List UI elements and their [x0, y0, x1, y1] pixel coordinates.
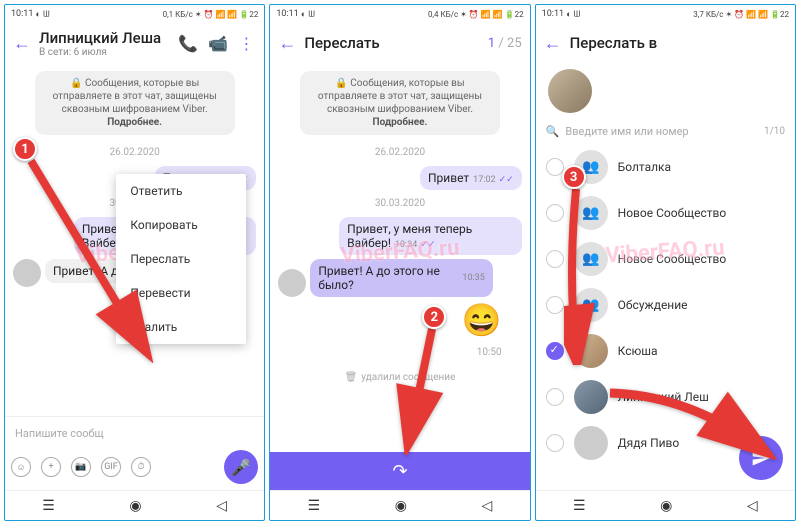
back-button[interactable]: ←	[13, 33, 31, 54]
group-icon: 👥	[574, 242, 608, 276]
plus-icon[interactable]: +	[41, 457, 61, 477]
back-button[interactable]: ←	[544, 33, 562, 54]
mic-button[interactable]: 🎤	[224, 450, 258, 484]
nav-back[interactable]: ◁	[482, 498, 493, 514]
contact-row[interactable]: 👥Новое Сообщество	[536, 190, 795, 236]
message-out[interactable]: Привет, у меня теперь Вайбер!10:34 ✓✓	[339, 217, 521, 255]
contact-row[interactable]: 👥Обсуждение	[536, 282, 795, 328]
message-input[interactable]: Напишите сообщ	[11, 423, 258, 444]
deleted-message: 🗑 удалили сообщение	[278, 366, 521, 389]
radio-checked	[546, 342, 564, 360]
screen-chat: 10:11 ◐ ᗯ 0,1 КБ/с✶ ⏰ 📶 📶 🔋22 ← Липницки…	[4, 4, 265, 521]
contact-row[interactable]: Ксюша	[536, 328, 795, 374]
annotation-badge-1: 1	[13, 137, 37, 161]
nav-home[interactable]: ◉	[395, 498, 407, 514]
group-icon: 👥	[574, 288, 608, 322]
contact-row[interactable]: 👥Новое Сообщество	[536, 236, 795, 282]
menu-forward[interactable]: Переслать	[116, 242, 246, 276]
status-bar: 10:11 ◐ ᗯ 3,7 КБ/с✶ ⏰ 📶 📶 🔋22	[536, 5, 795, 23]
chat-body[interactable]: 🔒 Сообщения, которые вы отправляете в эт…	[270, 63, 529, 452]
date-separator: 30.03.2020	[278, 198, 521, 209]
avatar	[574, 334, 608, 368]
back-button[interactable]: ←	[278, 33, 296, 54]
group-icon: 👥	[574, 196, 608, 230]
menu-copy[interactable]: Копировать	[116, 208, 246, 242]
screen-forward-to: 10:11 ◐ ᗯ 3,7 КБ/с✶ ⏰ 📶 📶 🔋22 ← Переслат…	[535, 4, 796, 521]
screen-title: Переслать в	[570, 34, 787, 52]
date-separator: 26.02.2020	[278, 147, 521, 158]
nav-recent[interactable]: ☰	[573, 498, 586, 514]
status-bar: 10:11 ◐ ᗯ 0,4 КБ/с✶ ⏰ 📶 📶 🔋22	[270, 5, 529, 23]
call-icon[interactable]: 📞	[178, 34, 196, 52]
encryption-notice[interactable]: 🔒 Сообщения, которые вы отправляете в эт…	[300, 71, 500, 135]
send-button[interactable]	[739, 436, 783, 480]
menu-delete[interactable]: Удалить	[116, 310, 246, 344]
nav-home[interactable]: ◉	[660, 498, 672, 514]
contact-row[interactable]: Липницкий Леш	[536, 374, 795, 420]
selected-avatar[interactable]	[548, 69, 592, 113]
avatar[interactable]	[13, 259, 41, 287]
more-icon[interactable]: ⋮	[238, 34, 256, 52]
menu-translate[interactable]: Перевести	[116, 276, 246, 310]
emoji-icon[interactable]: ☺	[11, 457, 31, 477]
avatar	[574, 426, 608, 460]
camera-icon[interactable]: 📷	[71, 457, 91, 477]
status-bar: 10:11 ◐ ᗯ 0,1 КБ/с✶ ⏰ 📶 📶 🔋22	[5, 5, 264, 23]
video-icon[interactable]: 📹	[208, 34, 226, 52]
message-out[interactable]: Привет17:02 ✓✓	[420, 166, 522, 190]
last-seen: В сети: 6 июля	[39, 47, 170, 58]
nav-recent[interactable]: ☰	[308, 498, 321, 514]
sticker[interactable]: 😄	[462, 301, 502, 339]
chat-header: ← Липницкий Леша В сети: 6 июля 📞 📹 ⋮	[5, 23, 264, 63]
input-bar: Напишите сообщ	[5, 416, 264, 450]
forward-to-header: ← Переслать в	[536, 23, 795, 63]
screen-title: Переслать	[304, 34, 480, 52]
nav-bar: ☰ ◉ ◁	[536, 490, 795, 520]
annotation-badge-3: 3	[562, 165, 586, 189]
encryption-notice[interactable]: 🔒 Сообщения, которые вы отправляете в эт…	[35, 71, 235, 135]
nav-recent[interactable]: ☰	[42, 498, 55, 514]
contact-name[interactable]: Липницкий Леша	[39, 29, 170, 47]
search-bar: 🔍 Введите имя или номер 1/10	[536, 119, 795, 144]
forward-header: ← Переслать 1 / 25	[270, 23, 529, 63]
screen-forward-select: 10:11 ◐ ᗯ 0,4 КБ/с✶ ⏰ 📶 📶 🔋22 ← Переслат…	[269, 4, 530, 521]
message-selected[interactable]: Привет! А до этого не было?10:35	[310, 259, 492, 297]
date-separator: 26.02.2020	[13, 147, 256, 158]
chat-body[interactable]: 🔒 Сообщения, которые вы отправляете в эт…	[5, 63, 264, 416]
nav-bar: ☰ ◉ ◁	[5, 490, 264, 520]
search-icon: 🔍	[546, 125, 560, 138]
avatar[interactable]	[278, 269, 306, 297]
search-input[interactable]: Введите имя или номер	[565, 125, 688, 138]
selection-count: 1/10	[764, 126, 785, 137]
gif-icon[interactable]: GIF	[101, 457, 121, 477]
forward-button[interactable]: ↷	[270, 452, 529, 490]
clock-icon[interactable]: ⏱	[131, 457, 151, 477]
avatar	[574, 380, 608, 414]
context-menu: Ответить Копировать Переслать Перевести …	[116, 174, 246, 344]
nav-back[interactable]: ◁	[747, 498, 758, 514]
nav-bar: ☰ ◉ ◁	[270, 490, 529, 520]
nav-home[interactable]: ◉	[129, 498, 141, 514]
nav-back[interactable]: ◁	[216, 498, 227, 514]
menu-reply[interactable]: Ответить	[116, 174, 246, 208]
